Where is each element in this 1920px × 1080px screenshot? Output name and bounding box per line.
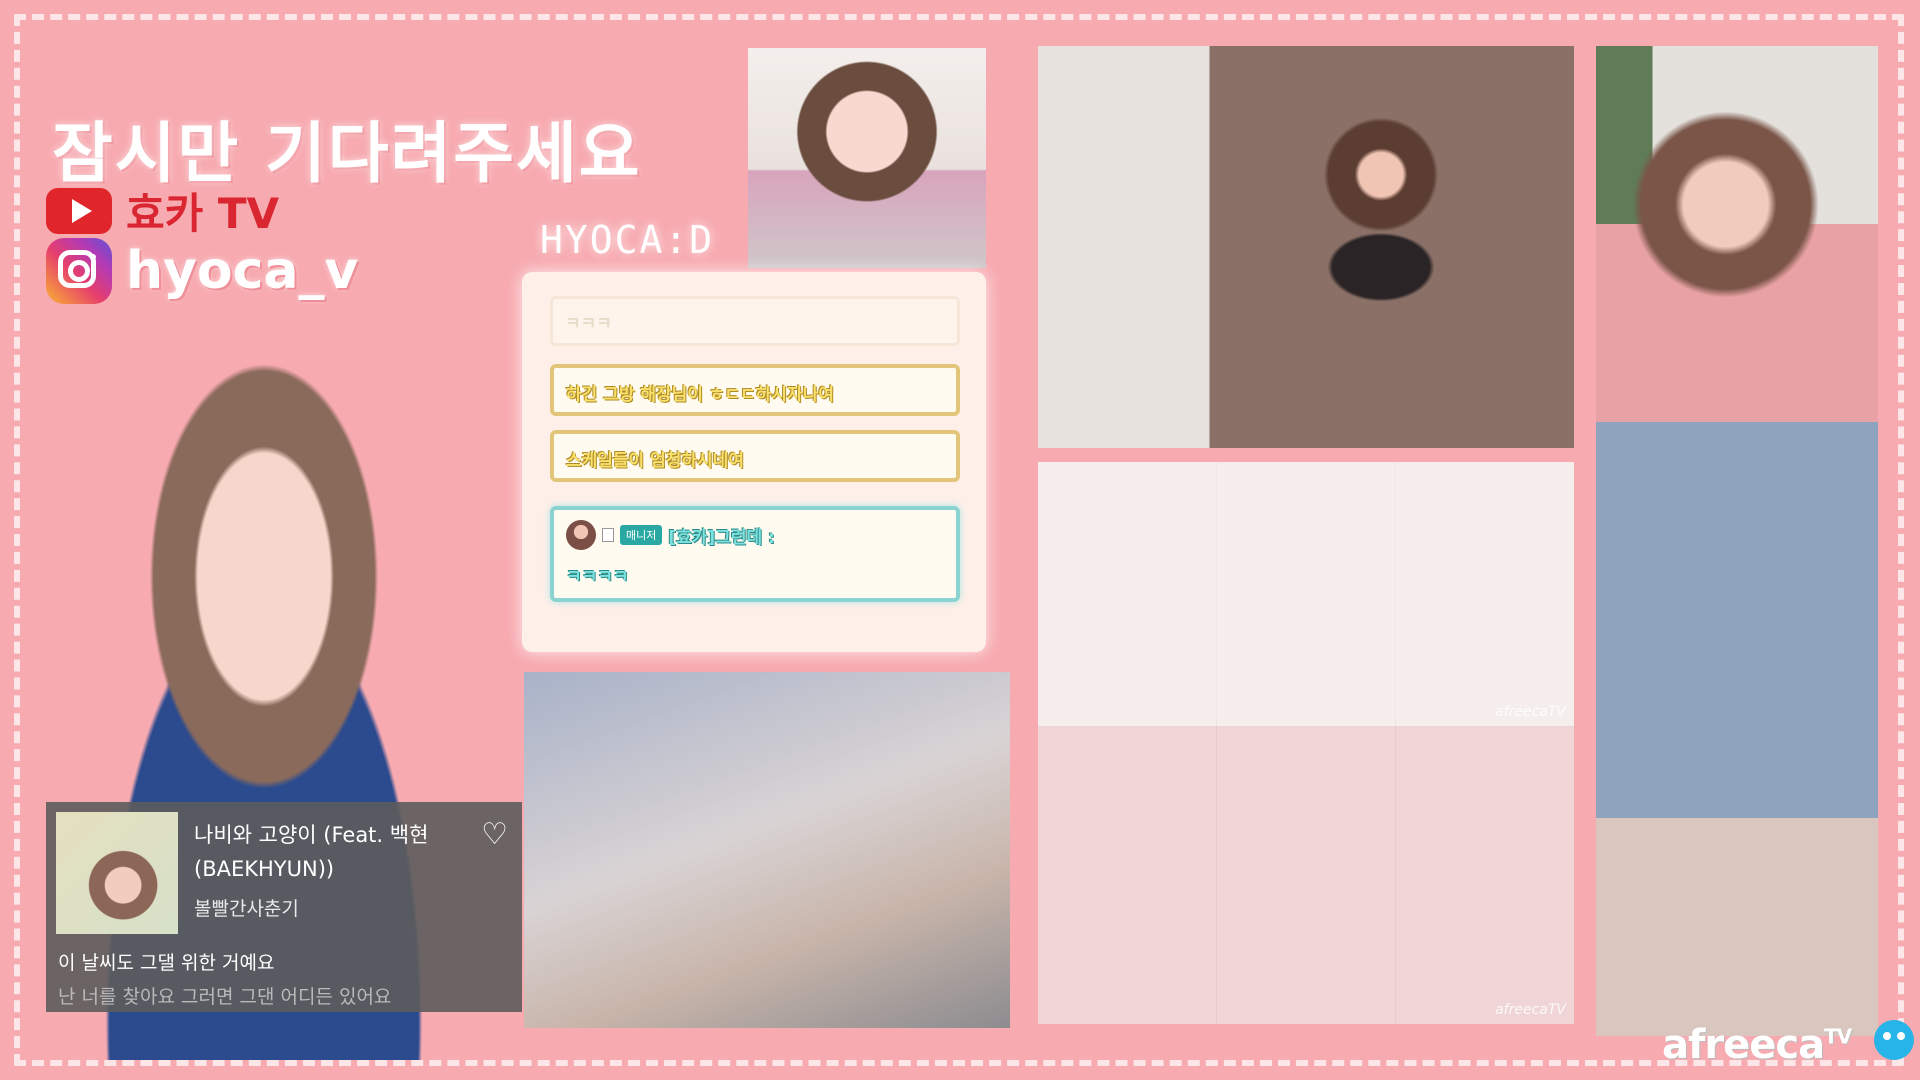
photo-strip-costume: afreecaTV [1038,726,1574,1024]
album-art [56,812,178,934]
music-player-widget: 나비와 고양이 (Feat. 백현 (BAEKHYUN)) 볼빨간사춘기 ♡ 이… [46,802,522,1012]
lyric-next: 난 너를 찾아요 그러면 그댄 어디든 있어요 [58,986,392,1008]
chat-message-highlighted: 매니저 [효카]그런데 : ㅋㅋㅋㅋ [550,506,960,602]
avatar [566,520,596,550]
chat-message: ㅋㅋㅋ [550,296,960,346]
afreeca-mascot-icon [1874,1020,1914,1060]
photo-strip-closeup: afreecaTV [1038,462,1574,726]
afreeca-logo: afreecaTV [1662,1022,1852,1068]
chat-message-header: 매니저 [효카]그런데 : [566,520,944,550]
instagram-icon [46,238,112,304]
song-artist: 볼빨간사춘기 [194,898,299,920]
chat-message: 스케일들이 엄청하시네여 [550,430,960,482]
brand-text: HYOCA:D [540,218,715,262]
watermark-label-2: afreecaTV [1495,1002,1566,1018]
manager-icon [602,528,614,542]
photo-streamer-top [748,48,986,268]
heart-icon[interactable]: ♡ [481,820,508,850]
photo-dance [522,672,1010,1028]
song-title: 나비와 고양이 (Feat. 백현 (BAEKHYUN)) [194,823,429,881]
manager-badge: 매니저 [620,525,663,545]
afreeca-logo-main: afreeca [1662,1022,1825,1068]
chat-message-text: ㅋㅋㅋㅋ [566,567,629,587]
youtube-channel-label: 효카 TV [126,189,280,238]
chat-message-text: 스케일들이 엄청하시네여 [566,451,744,471]
photo-cafe [1038,46,1574,448]
chat-panel: ㅋㅋㅋ 하긴 그방 해장님이 ㅎㄷㄷ하시자나여 스케일들이 엄청하시네여 매니저… [522,272,986,652]
watermark-label: afreecaTV [1495,704,1566,720]
chat-message-text: 하긴 그방 해장님이 ㅎㄷㄷ하시자나여 [566,385,834,405]
youtube-row: 효카 TV [46,180,279,241]
photo-full-body [1596,46,1878,1036]
instagram-row: hyoca_v [46,238,358,304]
chat-message-text: ㅋㅋㅋ [565,314,612,334]
afreeca-logo-sup: TV [1824,1024,1852,1049]
chat-nickname: [효카]그런데 : [668,527,775,548]
chat-message: 하긴 그방 해장님이 ㅎㄷㄷ하시자나여 [550,364,960,416]
lyric-current: 이 날씨도 그댈 위한 거예요 [58,952,275,974]
youtube-icon [46,187,112,234]
instagram-handle-label: hyoca_v [126,241,359,301]
